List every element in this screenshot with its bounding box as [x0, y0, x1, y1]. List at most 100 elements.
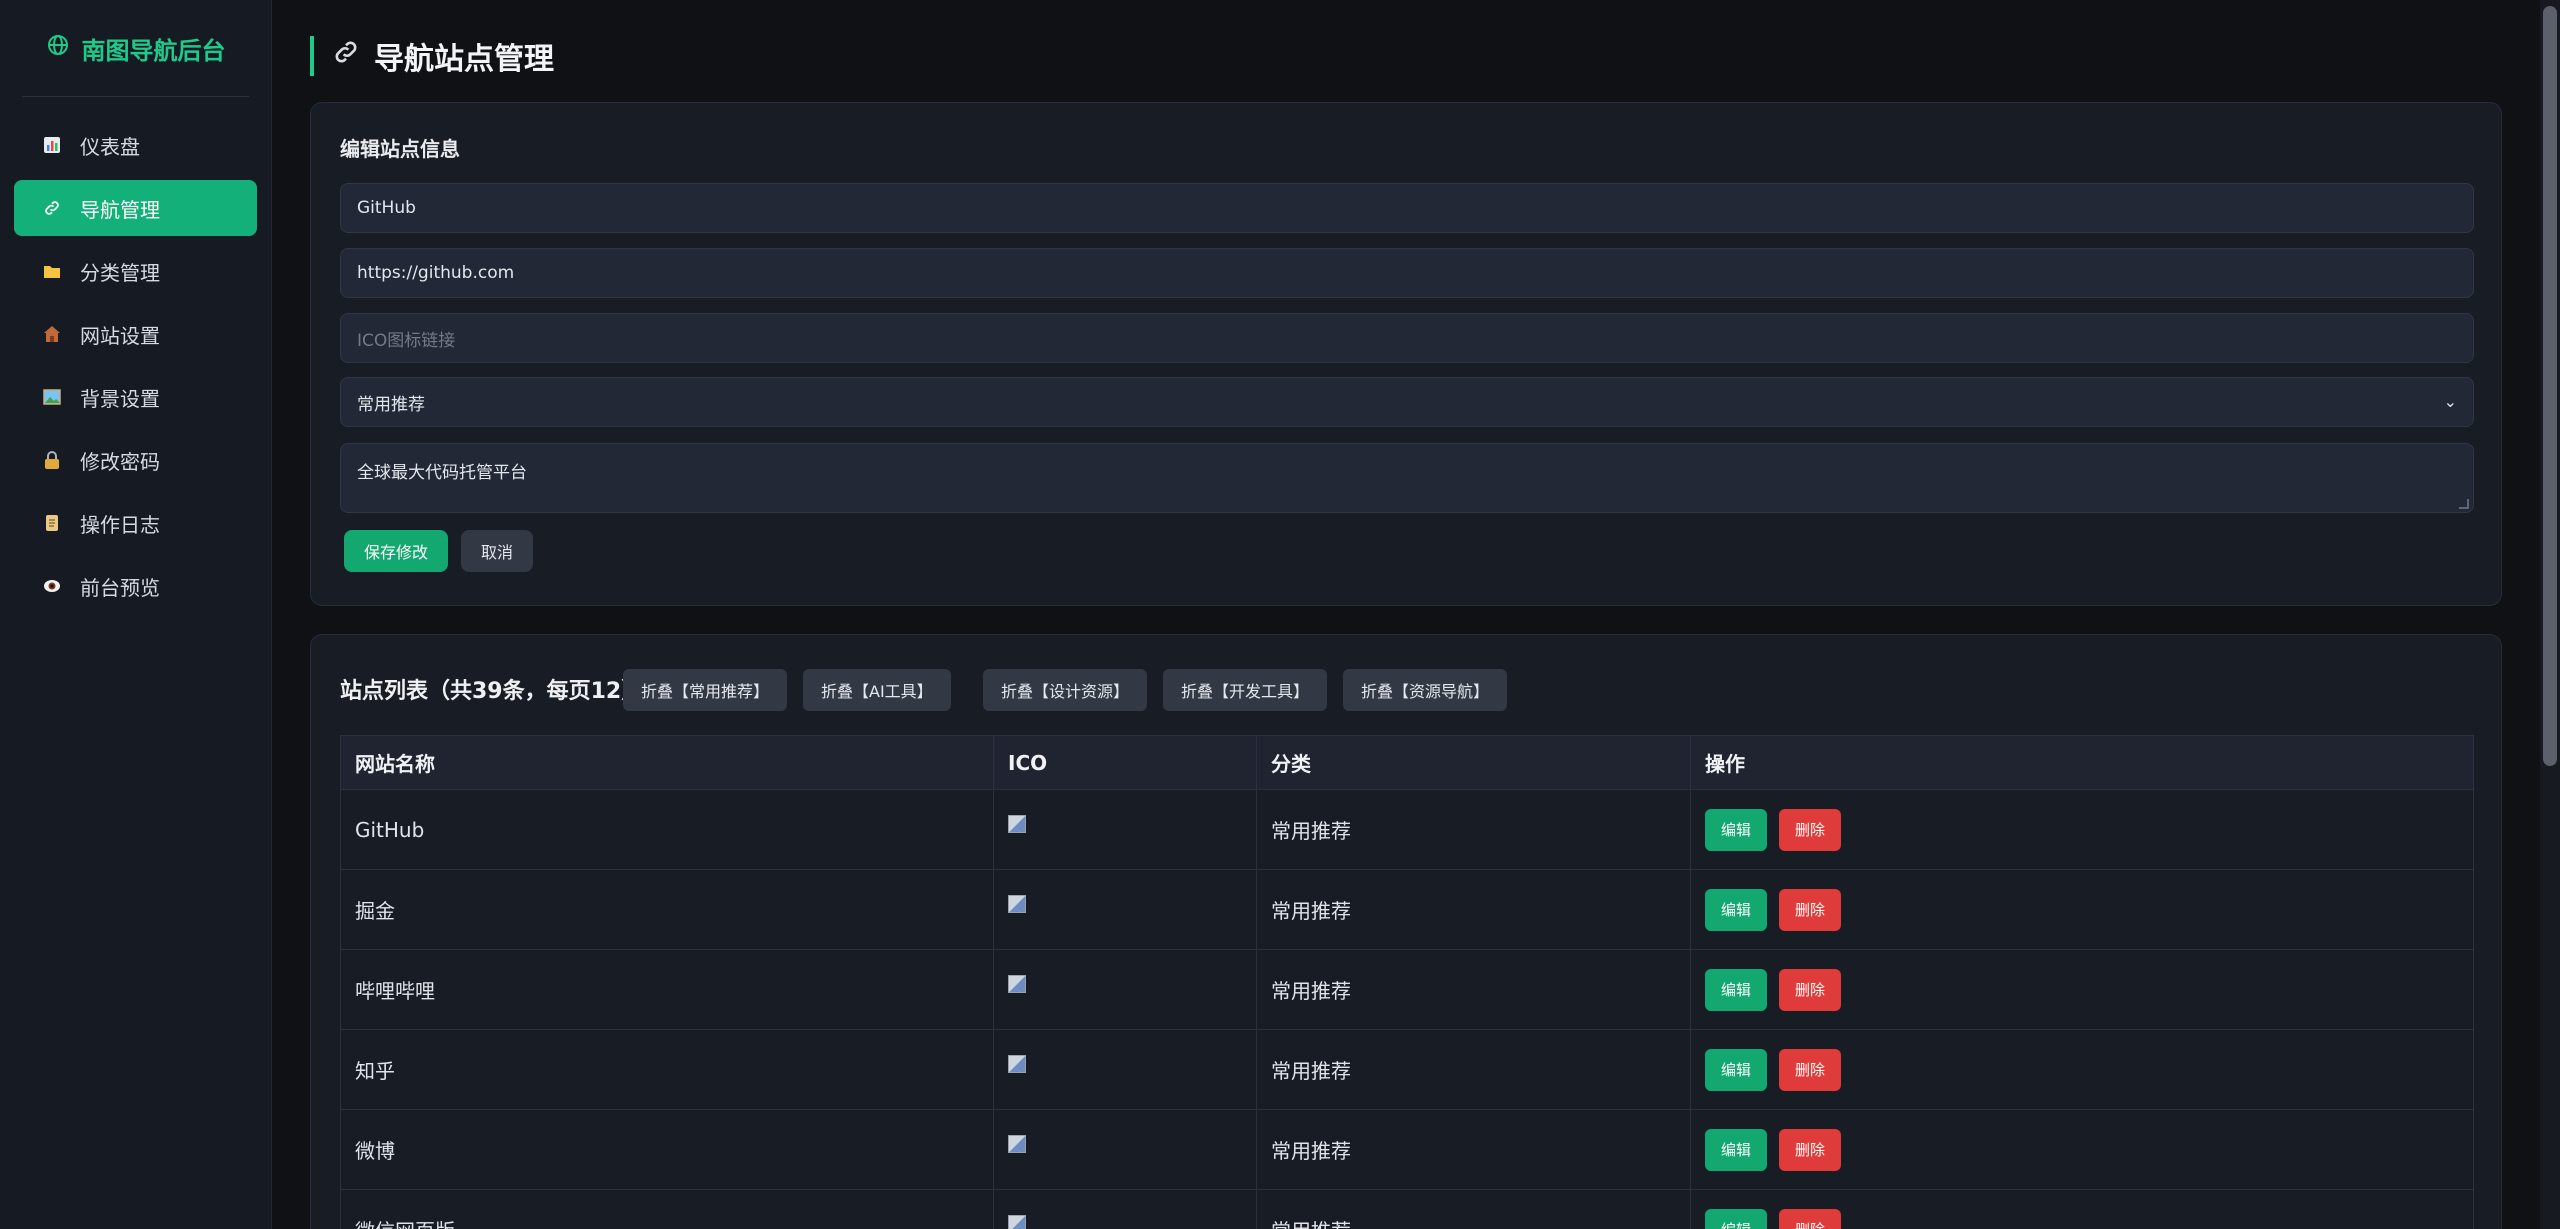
ico-cell: [993, 1189, 1257, 1229]
globe-icon: [46, 33, 70, 63]
eye-icon: [42, 576, 62, 596]
link-icon: [42, 198, 62, 218]
actions-cell: 编辑删除: [1690, 1029, 2474, 1110]
main-content: 导航站点管理 编辑站点信息 GitHub https://github.com …: [272, 0, 2540, 1229]
fold-design-button[interactable]: 折叠【设计资源】: [983, 669, 1148, 711]
ico-url-input[interactable]: ICO图标链接: [340, 313, 2474, 363]
category-cell: 常用推荐: [1256, 1029, 1691, 1110]
sidebar-item-site-settings[interactable]: 网站设置: [14, 306, 257, 362]
fold-dev-button[interactable]: 折叠【开发工具】: [1163, 669, 1328, 711]
broken-image-icon: [1008, 1214, 1026, 1229]
broken-image-icon: [1008, 894, 1026, 913]
sidebar-item-label: 导航管理: [80, 197, 160, 222]
broken-image-icon: [1008, 814, 1026, 833]
edit-button[interactable]: 编辑: [1705, 1128, 1768, 1171]
category-cell: 常用推荐: [1256, 949, 1691, 1030]
edit-button[interactable]: 编辑: [1705, 1048, 1768, 1091]
site-url-input[interactable]: https://github.com: [340, 248, 2474, 298]
brand-title: 南图导航后台: [81, 36, 226, 65]
category-cell: 常用推荐: [1256, 1109, 1691, 1190]
ico-cell: [993, 1109, 1257, 1190]
ico-cell: [993, 949, 1257, 1030]
sidebar-item-nav-management[interactable]: 导航管理: [14, 180, 257, 236]
description-textarea[interactable]: 全球最大代码托管平台: [340, 443, 2474, 513]
sidebar-item-dashboard[interactable]: 仪表盘: [14, 117, 257, 173]
edit-button[interactable]: 编辑: [1705, 1208, 1768, 1229]
sidebar-item-change-password[interactable]: 修改密码: [14, 432, 257, 488]
folder-icon: [42, 261, 62, 281]
delete-button[interactable]: 删除: [1779, 1208, 1842, 1229]
delete-button[interactable]: 删除: [1779, 888, 1842, 931]
ico-cell: [993, 869, 1257, 950]
divider: [22, 96, 249, 97]
save-button[interactable]: 保存修改: [344, 530, 449, 572]
fold-resource-button[interactable]: 折叠【资源导航】: [1343, 669, 1508, 711]
category-cell: 常用推荐: [1256, 869, 1691, 950]
actions-cell: 编辑删除: [1690, 1189, 2474, 1229]
link-icon: [332, 38, 360, 74]
ico-cell: [993, 1029, 1257, 1110]
table-row: 哔哩哔哩 常用推荐 编辑 删除: [340, 949, 2474, 1030]
resize-handle[interactable]: [2459, 499, 2469, 509]
actions-cell: 编辑删除: [1690, 869, 2474, 950]
edit-button[interactable]: 编辑: [1705, 968, 1768, 1011]
fold-ai-button[interactable]: 折叠【AI工具】: [803, 669, 951, 711]
site-name-cell: 知乎: [340, 1029, 994, 1110]
column-header-name: 网站名称: [340, 735, 994, 790]
column-header-category: 分类: [1256, 735, 1691, 790]
table-row: 微博 常用推荐 编辑 删除: [340, 1109, 2474, 1190]
scrollbar-track[interactable]: [2540, 0, 2560, 1229]
broken-image-icon: [1008, 1054, 1026, 1073]
scrollbar-thumb[interactable]: [2543, 6, 2557, 766]
sidebar-item-preview[interactable]: 前台预览: [14, 558, 257, 614]
sidebar-item-label: 背景设置: [80, 386, 160, 411]
bar-chart-icon: [42, 135, 62, 155]
actions-cell: 编辑删除: [1690, 949, 2474, 1030]
table-row: 微信网页版 常用推荐 编辑删除: [340, 1189, 2474, 1229]
house-icon: [42, 324, 62, 344]
site-list-title: 站点列表（共39条，每页12）: [340, 679, 644, 704]
actions-cell: 编辑删除: [1690, 789, 2474, 870]
table-row: GitHub 常用推荐 编辑 删除: [340, 789, 2474, 870]
site-name-cell: 微博: [340, 1109, 994, 1190]
edit-button[interactable]: 编辑: [1705, 888, 1768, 931]
site-name-cell: 哔哩哔哩: [340, 949, 994, 1030]
sidebar-item-label: 仪表盘: [80, 134, 140, 159]
sidebar-item-categories[interactable]: 分类管理: [14, 243, 257, 299]
column-header-ico: ICO: [993, 735, 1257, 790]
site-name-input[interactable]: GitHub: [340, 183, 2474, 233]
sidebar-item-label: 网站设置: [80, 323, 160, 348]
sidebar: 南图导航后台 仪表盘 导航管理 分类管理 网站设置 背景设置 修改密码 操作日志…: [0, 0, 272, 1229]
actions-cell: 编辑删除: [1690, 1109, 2474, 1190]
page-title-text: 导航站点管理: [374, 42, 554, 77]
delete-button[interactable]: 删除: [1779, 808, 1842, 851]
sidebar-item-label: 操作日志: [80, 512, 160, 537]
ico-cell: [993, 789, 1257, 870]
fold-common-button[interactable]: 折叠【常用推荐】: [623, 669, 788, 711]
delete-button[interactable]: 删除: [1779, 1048, 1842, 1091]
cancel-button[interactable]: 取消: [461, 530, 534, 572]
edit-site-title: 编辑站点信息: [340, 137, 460, 161]
table-row: 知乎 常用推荐 编辑 删除: [340, 1029, 2474, 1110]
delete-button[interactable]: 删除: [1779, 1128, 1842, 1171]
edit-button[interactable]: 编辑: [1705, 808, 1768, 851]
sidebar-item-background[interactable]: 背景设置: [14, 369, 257, 425]
sidebar-item-label: 修改密码: [80, 449, 160, 474]
lock-icon: [42, 450, 62, 470]
delete-button[interactable]: 删除: [1779, 968, 1842, 1011]
edit-site-card: 编辑站点信息 GitHub https://github.com ICO图标链接…: [310, 102, 2502, 606]
chevron-down-icon: ⌄: [2443, 392, 2457, 411]
site-table: 网站名称 ICO 分类 操作 GitHub 常用推荐 编辑 删除 掘金 常用推荐…: [340, 735, 2474, 1229]
category-select[interactable]: 常用推荐 ⌄: [340, 377, 2474, 427]
site-list-card: 站点列表（共39条，每页12） 折叠【常用推荐】 折叠【AI工具】 折叠【设计资…: [310, 634, 2502, 1229]
category-select-value: 常用推荐: [357, 394, 425, 415]
sidebar-item-label: 前台预览: [80, 575, 160, 600]
table-row: 掘金 常用推荐 编辑 删除: [340, 869, 2474, 950]
table-header-row: 网站名称 ICO 分类 操作: [340, 735, 2474, 790]
picture-icon: [42, 387, 62, 407]
column-header-actions: 操作: [1690, 735, 2474, 790]
sidebar-nav: 仪表盘 导航管理 分类管理 网站设置 背景设置 修改密码 操作日志 前台预览: [0, 117, 271, 614]
scroll-icon: [42, 513, 62, 533]
sidebar-item-logs[interactable]: 操作日志: [14, 495, 257, 551]
brand: 南图导航后台: [0, 0, 271, 96]
